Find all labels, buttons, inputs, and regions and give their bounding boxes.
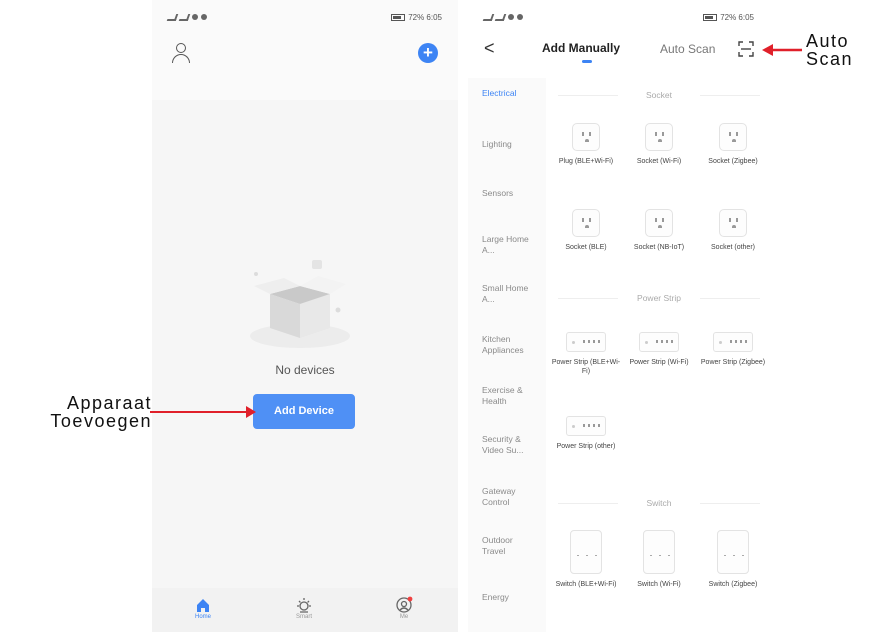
socket-icon [572, 209, 600, 237]
socket-icon [572, 123, 600, 151]
device-grid: Socket Plug (BLE+Wi-Fi) Socket (Wi-Fi) S… [548, 78, 770, 632]
tab-auto-scan[interactable]: Auto Scan [660, 42, 715, 56]
category-sensors[interactable]: Sensors [482, 188, 542, 199]
empty-state-text: No devices [275, 363, 335, 377]
section-title-switch: Switch [548, 498, 770, 508]
active-tab-indicator [582, 60, 592, 63]
switch-icon [570, 530, 602, 574]
device-label: Power Strip (Wi-Fi) [629, 359, 689, 366]
switch-icon [717, 530, 749, 574]
status-text: 72% 6:05 [408, 12, 442, 22]
empty-box-illustration [250, 260, 350, 348]
add-device-screen: 72% 6:05 < Add Manually Auto Scan Electr… [468, 0, 770, 632]
tab-label: Smart [295, 614, 312, 620]
device-label: Socket (other) [711, 244, 755, 251]
device-item[interactable]: Power Strip (other) [551, 412, 621, 451]
device-label: Power Strip (other) [556, 443, 616, 450]
category-exercise[interactable]: Exercise & Health [482, 385, 532, 407]
status-bar-left [166, 10, 207, 24]
status-text: 72% 6:05 [720, 12, 754, 22]
category-kitchen[interactable]: Kitchen Appliances [482, 334, 538, 356]
socket-icon [645, 123, 673, 151]
chat-icon [201, 14, 207, 20]
switch-icon [643, 530, 675, 574]
device-item[interactable]: Socket (other) [698, 209, 768, 252]
back-button[interactable]: < [484, 38, 495, 58]
power-strip-icon [566, 416, 606, 436]
signal-icon [494, 13, 507, 21]
status-bar-right: 72% 6:05 [391, 10, 442, 24]
status-bar-right: 72% 6:05 [703, 10, 754, 24]
device-label: Socket (BLE) [565, 244, 607, 251]
signal-icon [482, 13, 495, 21]
device-label: Socket (Wi-Fi) [636, 158, 682, 165]
device-item[interactable]: Power Strip (Zigbee) [698, 328, 768, 367]
socket-icon [719, 123, 747, 151]
device-label: Switch (Zigbee) [708, 581, 758, 588]
device-label: Socket (NB-IoT) [633, 244, 685, 251]
device-item[interactable]: Power Strip (BLE+Wi-Fi) [551, 328, 621, 376]
category-energy[interactable]: Energy [482, 592, 542, 603]
device-label: Switch (Wi-Fi) [637, 581, 681, 588]
notification-icon [508, 14, 514, 20]
annotation-add-device: Apparaat Toevoegen [50, 393, 152, 431]
category-electrical[interactable]: Electrical [482, 88, 542, 99]
power-strip-icon [713, 332, 753, 352]
battery-icon [703, 13, 718, 21]
battery-icon [391, 13, 406, 21]
tab-smart[interactable]: Smart [279, 596, 329, 620]
user-icon[interactable] [170, 42, 192, 64]
category-security[interactable]: Security & Video Su... [482, 434, 534, 456]
device-item[interactable]: Switch (BLE+Wi-Fi) [551, 530, 621, 589]
device-item[interactable]: Socket (Zigbee) [698, 123, 768, 166]
tab-label: Home [194, 614, 211, 620]
home-icon [197, 599, 209, 612]
signal-icon [166, 13, 179, 21]
category-large-home[interactable]: Large Home A... [482, 234, 532, 256]
signal-icon [178, 13, 191, 21]
socket-icon [719, 209, 747, 237]
device-item[interactable]: Switch (Zigbee) [698, 530, 768, 589]
category-gateway[interactable]: Gateway Control [482, 486, 532, 508]
scan-icon[interactable] [738, 41, 754, 57]
sun-icon [297, 598, 311, 613]
tab-add-manually[interactable]: Add Manually [542, 41, 620, 55]
bottom-tab-bar: Home Smart Me [152, 588, 458, 632]
power-strip-icon [639, 332, 679, 352]
tab-home[interactable]: Home [178, 596, 228, 620]
chat-icon [517, 14, 523, 20]
device-item[interactable]: Socket (NB-IoT) [624, 209, 694, 252]
tab-label: Me [399, 614, 409, 620]
section-title-power-strip: Power Strip [548, 293, 770, 303]
device-label: Power Strip (BLE+Wi-Fi) [551, 359, 621, 375]
add-plus-button[interactable]: + [418, 43, 438, 63]
device-label: Socket (Zigbee) [708, 158, 758, 165]
annotation-auto-scan: Auto Scan [806, 31, 854, 69]
tab-me[interactable]: Me [379, 596, 429, 620]
device-item[interactable]: Switch (Wi-Fi) [624, 530, 694, 589]
add-device-button[interactable]: Add Device [253, 394, 355, 429]
device-label: Plug (BLE+Wi-Fi) [558, 158, 614, 165]
device-item[interactable]: Plug (BLE+Wi-Fi) [551, 123, 621, 166]
device-label: Switch (BLE+Wi-Fi) [555, 581, 617, 588]
device-item[interactable]: Socket (BLE) [551, 209, 621, 252]
device-item[interactable]: Power Strip (Wi-Fi) [624, 328, 694, 367]
category-sidebar: Electrical Lighting Sensors Large Home A… [468, 78, 546, 632]
notification-icon [192, 14, 198, 20]
category-lighting[interactable]: Lighting [482, 139, 542, 150]
socket-icon [645, 209, 673, 237]
device-label: Power Strip (Zigbee) [700, 359, 766, 366]
device-item[interactable]: Socket (Wi-Fi) [624, 123, 694, 166]
power-strip-icon [566, 332, 606, 352]
category-small-home[interactable]: Small Home A... [482, 283, 532, 305]
home-screen: 72% 6:05 + No devices Add Device Home Sm… [152, 0, 458, 632]
status-bar-left [482, 10, 523, 24]
category-outdoor[interactable]: Outdoor Travel [482, 535, 528, 557]
section-title-socket: Socket [548, 90, 770, 100]
profile-icon [396, 596, 413, 613]
